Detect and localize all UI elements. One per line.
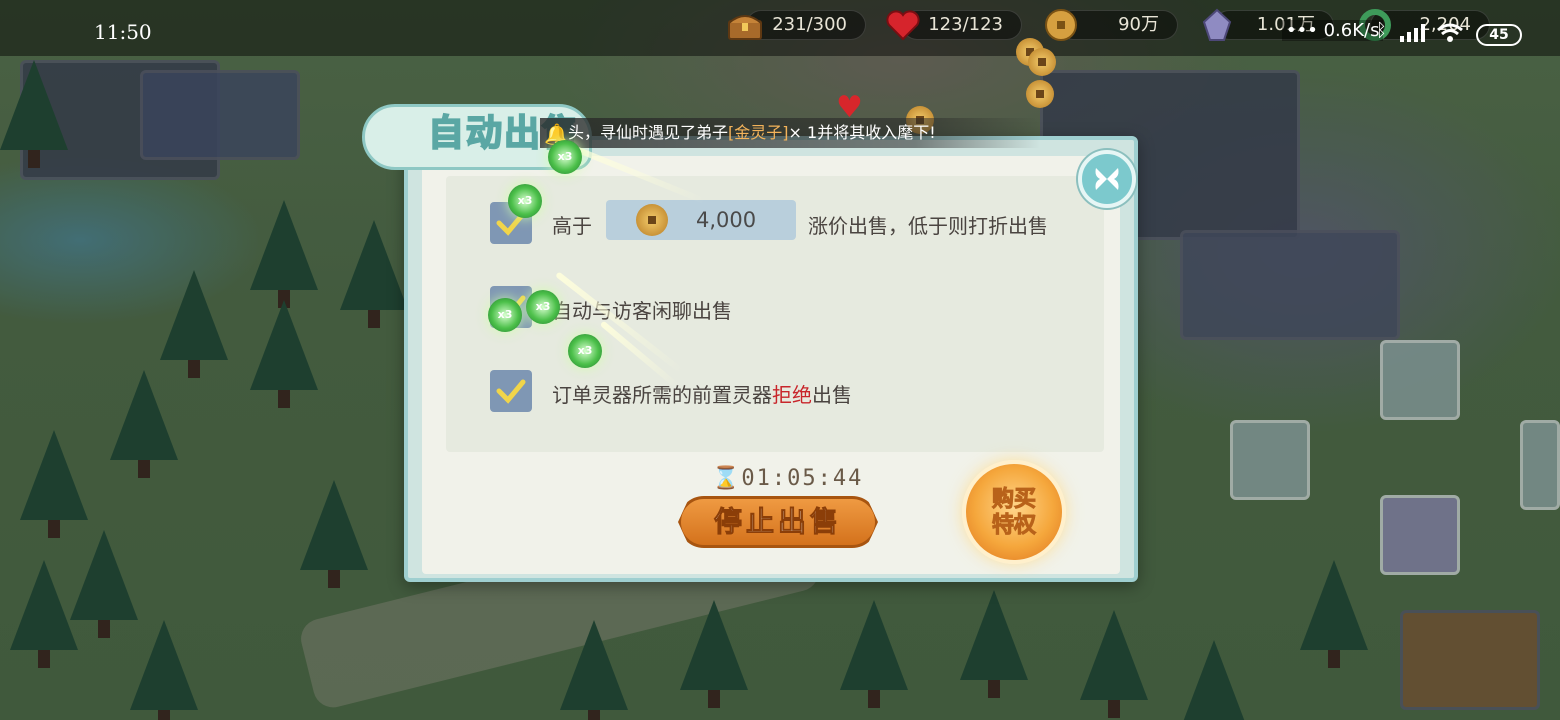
- exp-orb-icon: x3: [526, 290, 560, 324]
- price-threshold-input[interactable]: 4,000: [606, 200, 796, 240]
- option-label: 高于: [552, 214, 592, 238]
- option-label-red: 拒绝: [772, 383, 812, 407]
- network-speed: ••• 0.6K/s: [1282, 20, 1384, 41]
- option-label: 涨价出售，低于则打折出售: [808, 214, 1048, 238]
- notice-suffix: × 1并将其收入麾下!: [788, 123, 936, 142]
- treasure-chest-icon: [726, 6, 764, 44]
- exp-orb-icon: x3: [488, 298, 522, 332]
- exp-orb-icon: x3: [548, 140, 582, 174]
- clock: 11:50: [94, 20, 152, 44]
- close-icon: [1095, 168, 1119, 190]
- close-button[interactable]: [1078, 150, 1136, 208]
- stop-selling-button[interactable]: 停止出售: [678, 496, 878, 548]
- battery-indicator: 45: [1476, 24, 1522, 46]
- flying-coin-icon: [1028, 48, 1056, 76]
- chest-value: 231/300: [772, 14, 847, 35]
- crystal-icon: [1198, 6, 1236, 44]
- option-label: 自动与访客闲聊出售: [552, 299, 732, 323]
- option-label: 订单灵器所需的前置灵器拒绝出售: [552, 379, 852, 408]
- heart-value: 123/123: [928, 14, 1003, 35]
- more-dots-icon: •••: [1286, 20, 1318, 41]
- status-bar: 11:50 231/300 123/123 90万 1.01万 2,204 ••…: [0, 0, 1560, 56]
- wifi-icon: [1436, 22, 1464, 49]
- bluetooth-icon: ᛒ: [1376, 20, 1387, 41]
- hourglass-icon: ⌛: [712, 466, 742, 491]
- coin-icon: [1042, 6, 1080, 44]
- buy-privilege-button[interactable]: 购买特权: [962, 460, 1066, 564]
- signal-icon: [1398, 22, 1426, 49]
- notice-highlight: [金灵子]: [728, 123, 789, 142]
- refuse-prerequisite-checkbox[interactable]: [490, 370, 532, 412]
- checkmark-icon: [496, 379, 526, 404]
- option-label-prefix: 订单灵器所需的前置灵器: [552, 383, 772, 407]
- coin-icon: [636, 204, 668, 236]
- exp-orb-icon: x3: [568, 334, 602, 368]
- notice-prefix: 头，寻仙时遇见了弟子: [568, 123, 729, 142]
- timer-value: 01:05:44: [741, 466, 864, 491]
- exp-orb-icon: x3: [508, 184, 542, 218]
- network-speed-value: 0.6K/s: [1323, 20, 1380, 41]
- price-threshold-value: 4,000: [696, 208, 757, 232]
- heart-icon: [884, 6, 922, 44]
- coin-value: 90万: [1118, 14, 1159, 35]
- chest-counter[interactable]: 231/300: [746, 10, 866, 40]
- sell-timer: ⌛01:05:44: [712, 466, 863, 491]
- event-notice-banner: 头，寻仙时遇见了弟子[金灵子]× 1并将其收入麾下!: [540, 118, 1040, 148]
- flying-coin-icon: [1026, 80, 1054, 108]
- option-label-suffix: 出售: [812, 383, 852, 407]
- buy-privilege-label: 购买特权: [991, 486, 1036, 539]
